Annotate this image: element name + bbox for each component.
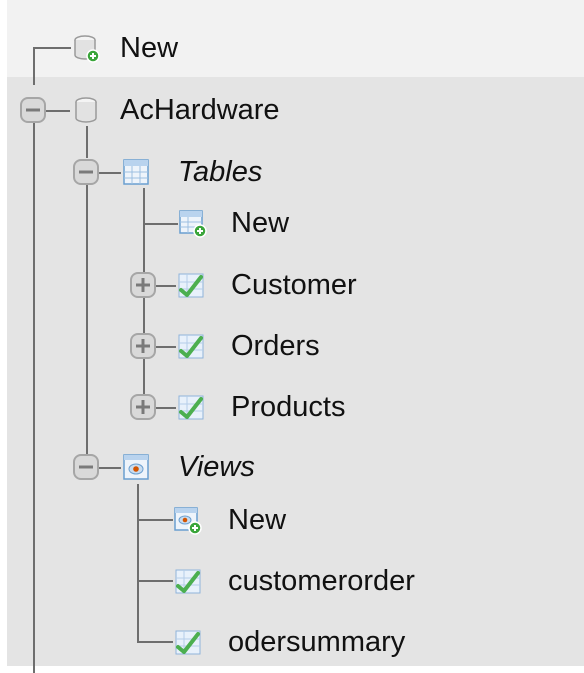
tree-line-tables-children-4 xyxy=(143,359,145,394)
tree-item-tables[interactable]: Tables xyxy=(178,152,262,192)
tree-line-tables-children-3 xyxy=(143,298,145,334)
tree-item-views[interactable]: Views xyxy=(178,447,255,487)
tree-item-view-customerorder[interactable]: customerorder xyxy=(228,561,415,601)
tree-line-root xyxy=(33,48,35,85)
tables-folder-icon[interactable] xyxy=(121,157,151,187)
views-folder-icon[interactable] xyxy=(121,452,151,482)
tree-item-label: AcHardware xyxy=(120,94,280,126)
tree-line-tables xyxy=(99,172,121,174)
tree-item-new-view[interactable]: New xyxy=(228,500,286,540)
tree-item-table-orders[interactable]: Orders xyxy=(231,326,320,366)
tree-line-table-new xyxy=(143,223,178,225)
tree-line-products xyxy=(156,407,176,409)
tree-line-odersummary xyxy=(137,641,173,643)
database-icon[interactable] xyxy=(71,95,101,125)
collapse-views-toggle[interactable] xyxy=(73,454,99,480)
tree-line-customerorder xyxy=(137,580,173,582)
new-table-icon[interactable] xyxy=(178,208,208,238)
minus-icon xyxy=(73,454,99,480)
plus-icon xyxy=(130,333,156,359)
view-icon[interactable] xyxy=(173,627,203,657)
minus-icon xyxy=(73,159,99,185)
table-icon[interactable] xyxy=(176,270,206,300)
tree-item-label: Products xyxy=(231,391,346,423)
tree-item-new-table[interactable]: New xyxy=(231,203,289,243)
tree-item-database[interactable]: AcHardware xyxy=(120,90,280,130)
collapse-tables-toggle[interactable] xyxy=(73,159,99,185)
tree-item-label: New xyxy=(231,207,290,239)
tree-item-table-customer[interactable]: Customer xyxy=(231,265,357,305)
tree-line-view-new xyxy=(137,519,173,521)
tree-line-db-children xyxy=(86,126,88,158)
tree-line-customer xyxy=(156,285,176,287)
minus-icon xyxy=(20,97,46,123)
new-view-icon[interactable] xyxy=(173,505,203,535)
tree-line-tables-children xyxy=(143,188,145,224)
tree-line-tables-children-2 xyxy=(143,224,145,272)
tree-line-orders xyxy=(156,346,176,348)
plus-icon xyxy=(130,394,156,420)
tree-item-label: New xyxy=(228,504,287,536)
table-icon[interactable] xyxy=(176,331,206,361)
tree-item-view-odersummary[interactable]: odersummary xyxy=(228,622,405,662)
table-icon[interactable] xyxy=(176,392,206,422)
tree-line-db-children-2 xyxy=(86,185,88,455)
expand-products-toggle[interactable] xyxy=(130,394,156,420)
tree-line-new-db xyxy=(33,47,71,49)
view-icon[interactable] xyxy=(173,566,203,596)
new-database-icon[interactable] xyxy=(71,33,101,63)
tree-line-views-children xyxy=(137,484,139,642)
tree-item-label: New xyxy=(120,32,179,64)
tree-item-label: Orders xyxy=(231,330,320,362)
tree-item-new-database[interactable]: New xyxy=(120,28,178,68)
tree-line-views xyxy=(99,467,121,469)
tree-item-label: Views xyxy=(178,451,255,483)
navigation-tree: New AcHardware Tables New Customer Order… xyxy=(0,0,584,673)
tree-item-table-products[interactable]: Products xyxy=(231,387,345,427)
expand-customer-toggle[interactable] xyxy=(130,272,156,298)
plus-icon xyxy=(130,272,156,298)
tree-line-root-lower xyxy=(33,123,35,673)
tree-item-label: Customer xyxy=(231,269,357,301)
tree-item-label: customerorder xyxy=(228,565,415,597)
tree-item-label: Tables xyxy=(178,156,263,188)
collapse-db-toggle[interactable] xyxy=(20,97,46,123)
tree-line-db xyxy=(46,110,70,112)
tree-item-label: odersummary xyxy=(228,626,406,658)
expand-orders-toggle[interactable] xyxy=(130,333,156,359)
